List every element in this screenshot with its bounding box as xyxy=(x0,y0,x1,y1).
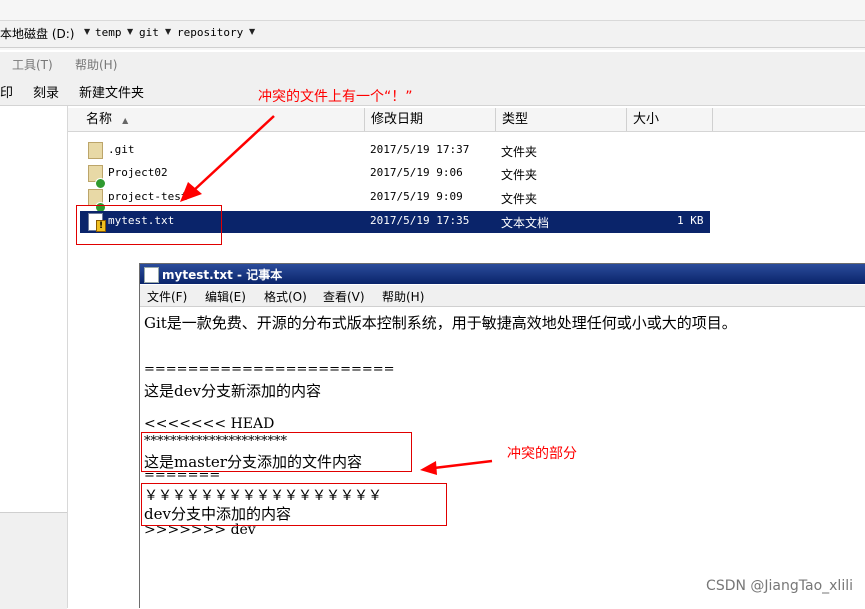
breadcrumb-drive[interactable]: 本地磁盘 (D:) xyxy=(0,25,74,42)
folder-icon xyxy=(88,142,103,159)
menu-help[interactable]: 帮助(H) xyxy=(75,56,117,73)
column-type[interactable]: 类型 xyxy=(496,108,627,131)
file-highlight-box xyxy=(76,205,222,245)
print-button[interactable]: 打印 xyxy=(0,82,13,101)
file-type: 文件夹 xyxy=(501,192,538,206)
notepad-menu-file[interactable]: 文件(F) xyxy=(147,288,187,305)
folder-ok-icon xyxy=(88,189,106,213)
file-name: .git xyxy=(108,143,135,156)
file-date: 2017/5/19 17:35 xyxy=(370,214,470,227)
file-conflict-note: 冲突的文件上有一个“！” xyxy=(258,89,413,105)
watermark: CSDN @JiangTao_xlili xyxy=(706,578,853,594)
file-date: 2017/5/19 17:37 xyxy=(370,143,470,156)
notepad-menu-format[interactable]: 格式(O) xyxy=(264,288,307,305)
text-line: <<<<<<< HEAD xyxy=(144,416,275,432)
menu-bar xyxy=(0,52,865,76)
arrow-to-conflict-icon xyxy=(420,459,493,475)
arrow-to-file-icon xyxy=(180,115,275,202)
file-type: 文本文档 xyxy=(501,216,550,230)
menu-tools[interactable]: 工具(T) xyxy=(12,56,53,73)
notepad-menu-bar xyxy=(140,285,865,307)
dev-conflict-box xyxy=(141,483,447,526)
column-modified[interactable]: 修改日期 xyxy=(365,108,496,131)
column-size[interactable]: 大小 xyxy=(627,108,713,131)
folder-ok-icon xyxy=(88,165,106,189)
column-size-label: 大小 xyxy=(633,112,660,127)
file-type: 文件夹 xyxy=(501,168,538,182)
conflict-part-note: 冲突的部分 xyxy=(507,446,577,462)
file-date: 2017/5/19 9:06 xyxy=(370,166,463,179)
file-type: 文件夹 xyxy=(501,145,538,159)
notepad-icon xyxy=(144,267,159,283)
file-size: 1 KB xyxy=(677,214,704,227)
breadcrumb-temp[interactable]: temp xyxy=(95,26,122,39)
chevron-down-icon[interactable]: ▼ xyxy=(249,27,255,36)
chevron-down-icon[interactable]: ▼ xyxy=(84,27,90,36)
column-modified-label: 修改日期 xyxy=(371,112,424,127)
file-name: Project02 xyxy=(108,166,168,179)
breadcrumb-git[interactable]: git xyxy=(139,26,159,39)
sort-up-icon: ▲ xyxy=(122,116,129,125)
text-line: Git是一款免费、开源的分布式版本控制系统，用于敏捷高效地处理任何或小或大的项目… xyxy=(144,314,737,332)
new-folder-button[interactable]: 新建文件夹 xyxy=(79,82,144,101)
notepad-menu-edit[interactable]: 编辑(E) xyxy=(205,288,246,305)
column-type-label: 类型 xyxy=(502,112,529,127)
master-conflict-box xyxy=(141,432,412,472)
notepad-title: mytest.txt - 记事本 xyxy=(162,268,283,282)
breadcrumb-repository[interactable]: repository xyxy=(177,26,243,39)
notepad-menu-view[interactable]: 查看(V) xyxy=(323,288,365,305)
burn-button[interactable]: 刻录 xyxy=(33,82,59,101)
file-date: 2017/5/19 9:09 xyxy=(370,190,463,203)
chevron-down-icon[interactable]: ▼ xyxy=(165,27,171,36)
text-line: ======================= xyxy=(144,362,395,377)
text-line: 这是dev分支新添加的内容 xyxy=(144,382,321,400)
chevron-down-icon[interactable]: ▼ xyxy=(127,27,133,36)
column-name-label: 名称 xyxy=(86,112,113,127)
notepad-menu-help[interactable]: 帮助(H) xyxy=(382,288,424,305)
navigation-pane-footer xyxy=(0,512,67,609)
